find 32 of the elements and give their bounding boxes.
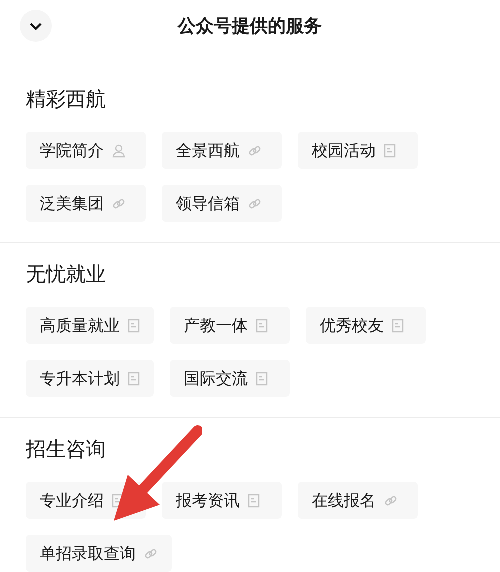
section-title: 精彩西航: [26, 86, 107, 113]
section-title: 招生咨询: [26, 436, 107, 463]
link-icon: [144, 546, 158, 560]
document-icon: [392, 318, 404, 332]
service-chip[interactable]: 在线报名: [298, 482, 418, 519]
document-icon: [384, 144, 396, 158]
service-chip[interactable]: 专升本计划: [26, 360, 154, 397]
service-chip[interactable]: 校园活动: [298, 132, 418, 169]
document-icon: [128, 372, 140, 386]
service-chip[interactable]: 全景西航: [162, 132, 282, 169]
service-chip[interactable]: 高质量就业: [26, 307, 154, 344]
document-icon: [248, 494, 260, 508]
section-title: 无忧就业: [26, 261, 107, 288]
document-icon: [128, 318, 140, 332]
service-chip[interactable]: 领导信箱: [162, 185, 282, 222]
service-chip[interactable]: 产教一体: [170, 307, 290, 344]
link-icon: [248, 144, 262, 158]
service-chip[interactable]: 报考资讯: [162, 482, 282, 519]
header-title: 公众号提供的服务: [178, 14, 322, 38]
chevron-down-icon: [29, 22, 43, 30]
link-icon: [248, 196, 262, 210]
collapse-button[interactable]: [20, 10, 52, 42]
service-chip[interactable]: 优秀校友: [306, 307, 426, 344]
person-icon: [112, 144, 126, 158]
document-icon: [256, 318, 268, 332]
service-chip[interactable]: 国际交流: [170, 360, 290, 397]
link-icon: [384, 494, 398, 508]
document-icon: [256, 372, 268, 386]
service-chip[interactable]: 单招录取查询: [26, 535, 172, 572]
service-chip[interactable]: 泛美集团: [26, 185, 146, 222]
service-chip[interactable]: 学院简介: [26, 132, 146, 169]
link-icon: [112, 196, 126, 210]
